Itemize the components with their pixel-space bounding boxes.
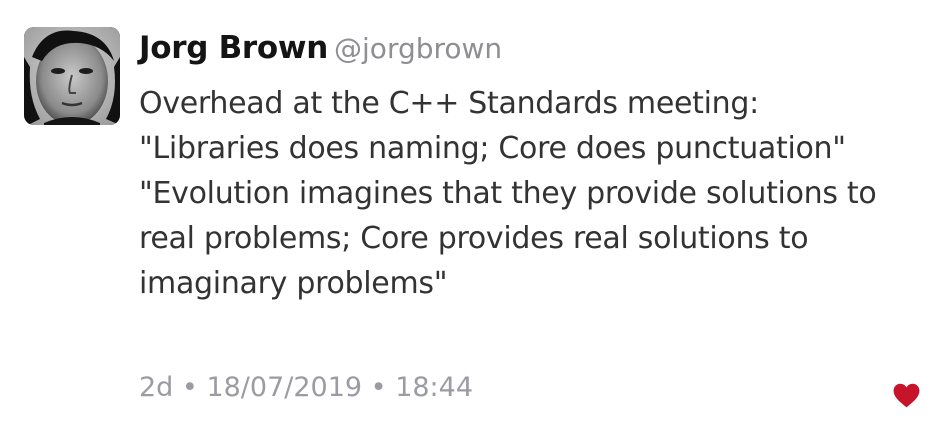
tweet-card: Jorg Brown @jorgbrown Overhead at the C++… [0, 0, 932, 430]
meta-separator: • [181, 372, 198, 403]
tweet-time: 18:44 [395, 372, 474, 403]
avatar[interactable] [24, 27, 120, 125]
avatar-photo [24, 27, 120, 125]
meta-separator: • [370, 372, 387, 403]
author-name[interactable]: Jorg Brown [139, 30, 328, 66]
tweet-header: Jorg Brown @jorgbrown [139, 26, 502, 75]
relative-time: 2d [139, 372, 174, 403]
heart-icon [893, 383, 920, 408]
author-handle[interactable]: @jorgbrown [334, 32, 502, 65]
tweet-date: 18/07/2019 [206, 372, 363, 403]
tweet-timestamp: 2d • 18/07/2019 • 18:44 [139, 366, 473, 410]
tweet-text: Overhead at the C++ Standards meeting: "… [139, 86, 877, 301]
like-button[interactable] [893, 383, 920, 408]
